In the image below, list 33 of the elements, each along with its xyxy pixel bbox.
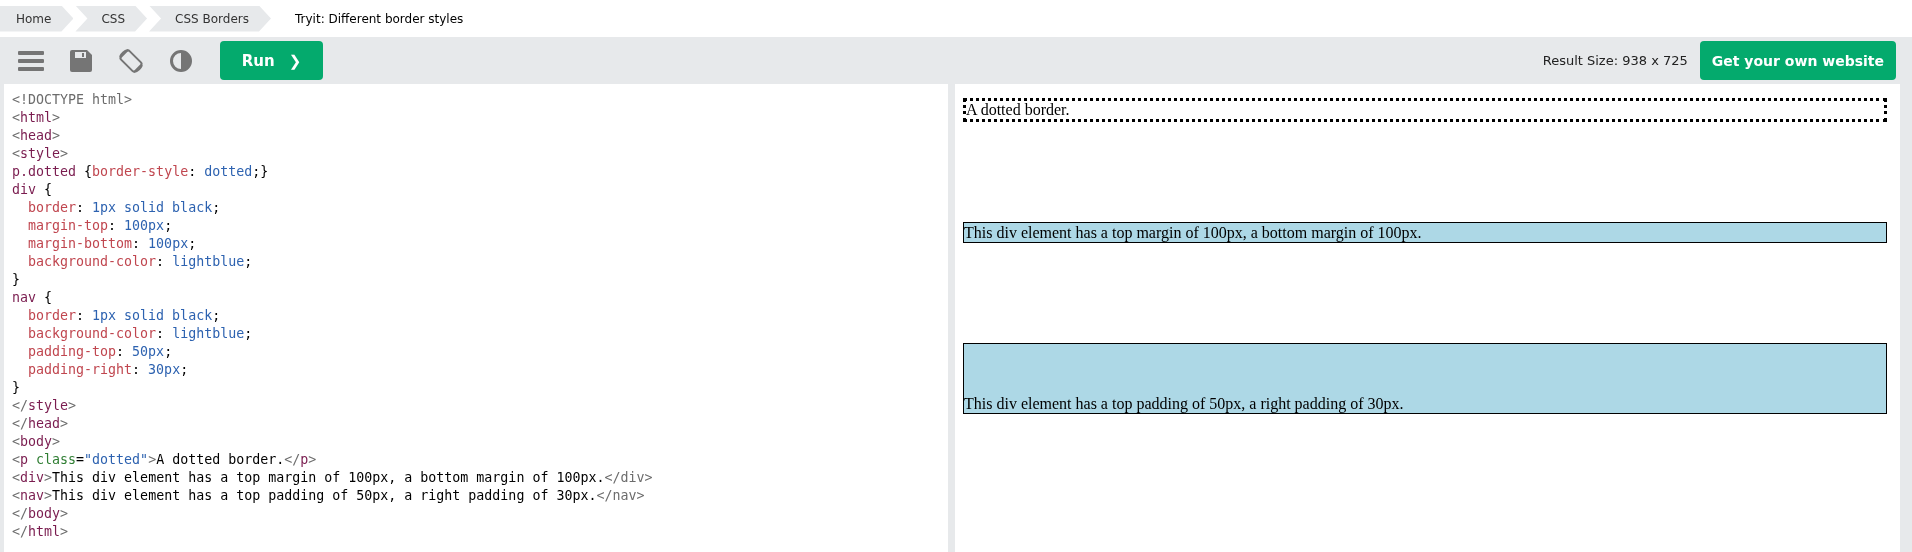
code-line: <p class="dotted">A dotted border.</p> [12,451,318,469]
code-line: <!DOCTYPE html> [12,91,134,109]
code-line: } [12,379,21,397]
code-line: border: 1px solid black; [27,307,222,325]
code-line: <html> [12,109,62,127]
breadcrumb-link[interactable]: CSS [75,5,148,32]
breadcrumb-link[interactable]: CSS Borders [149,5,271,32]
code-line: </head> [12,415,70,433]
code-line: border: 1px solid black; [27,199,222,217]
result-size-label: Result Size: 938 x 725 [1542,53,1688,68]
code-line: </style> [12,397,78,415]
code-line: <head> [12,127,62,145]
code-line: <nav>This div element has a top padding of 50px, a right padding of 30px.</nav> [12,487,646,505]
code-line: background-color: lightblue; [27,253,254,271]
code-line: padding-right: 30px; [27,361,190,379]
code-line: p.dotted {border-style: dotted;} [12,163,270,181]
padding-nav: This div element has a top padding of 50px, a right padding of 30px. [963,343,1887,414]
code-line: } [12,271,21,289]
code-line: div { [12,181,54,199]
code-line: </body> [12,505,70,523]
code-line: margin-top: 100px; [27,217,174,235]
page-title: Tryit: Different border styles [295,11,464,26]
code-line: <style> [12,145,70,163]
code-line: </html> [12,523,70,541]
breadcrumb-link[interactable]: Home [0,5,74,32]
code-line: nav { [12,289,54,307]
code-line: margin-bottom: 100px; [27,235,198,253]
code-line: padding-top: 50px; [27,343,174,361]
margin-div: This div element has a top margin of 100px, a bottom margin of 100px. [963,222,1887,243]
code-line: <body> [12,433,62,451]
code-line: <div>This div element has a top margin of 100px, a bottom margin of 100px.</div> [12,469,654,487]
dotted-paragraph: A dotted border. [963,98,1887,122]
code-line: background-color: lightblue; [27,325,254,343]
